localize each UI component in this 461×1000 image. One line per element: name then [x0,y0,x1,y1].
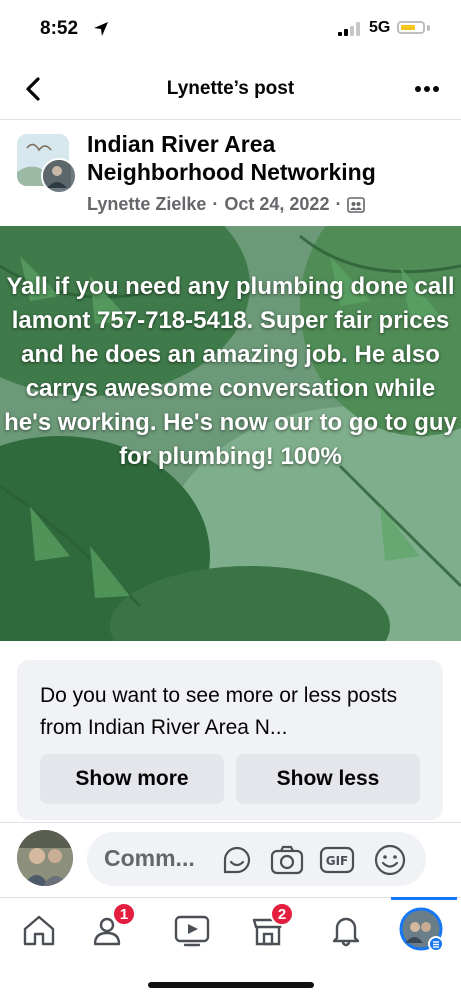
location-arrow-icon [92,20,110,43]
home-icon [23,915,55,946]
tab-home[interactable] [15,906,63,954]
feedback-question: Do you want to see more or less posts fr… [40,684,398,739]
my-avatar[interactable] [17,830,73,886]
tab-menu[interactable] [398,906,446,954]
group-name[interactable]: Indian River Area Neighborhood Networkin… [87,130,437,186]
members-icon [347,196,366,213]
sticker-icon [223,846,251,874]
profile-photo-icon [17,830,73,886]
bell-icon [332,917,360,947]
signal-icon [338,22,362,41]
more-options-button[interactable] [410,75,444,103]
tab-marketplace[interactable]: 2 [244,902,294,954]
friends-badge: 1 [112,902,136,926]
marketplace-badge: 2 [270,902,294,926]
show-more-button[interactable]: Show more [40,754,224,804]
sticker-button[interactable] [219,842,255,878]
comment-placeholder: Comm... [104,845,195,871]
network-type: 5G [369,19,391,36]
camera-button[interactable] [269,842,305,878]
tab-video[interactable] [168,906,216,954]
divider [0,822,461,823]
status-time: 8:52 [40,18,79,39]
author-photo-icon [43,160,71,188]
emoji-button[interactable] [372,842,408,878]
ellipsis-icon [415,86,439,92]
profile-menu-icon [399,907,444,952]
show-less-button[interactable]: Show less [236,754,420,804]
gif-icon: GIF [319,846,355,874]
meta-separator: · [212,194,219,214]
divider [0,119,461,120]
feedback-card: Do you want to see more or less posts fr… [17,660,443,820]
tab-friends[interactable]: 1 [86,902,136,954]
author-avatar[interactable] [41,158,77,194]
tab-notifications[interactable] [322,906,370,954]
meta-separator: · [335,194,342,214]
video-icon [174,915,210,947]
gif-button[interactable]: GIF [319,842,355,878]
active-tab-indicator [391,897,457,900]
svg-text:GIF: GIF [326,854,349,868]
battery-cap [427,25,430,31]
emoji-icon [374,844,406,876]
comment-input[interactable]: Comm... GIF [87,832,426,886]
post-image[interactable]: Yall if you need any plumbing done call … [0,226,461,641]
battery-icon [397,21,425,34]
post-text: Yall if you need any plumbing done call … [4,273,457,470]
camera-icon [270,845,304,875]
author-name[interactable]: Lynette Zielke [87,194,206,215]
home-indicator[interactable] [148,982,314,988]
post-date[interactable]: Oct 24, 2022 [224,194,329,215]
page-title: Lynette’s post [166,78,295,99]
post-meta: Lynette Zielke · Oct 24, 2022 · [87,194,366,215]
